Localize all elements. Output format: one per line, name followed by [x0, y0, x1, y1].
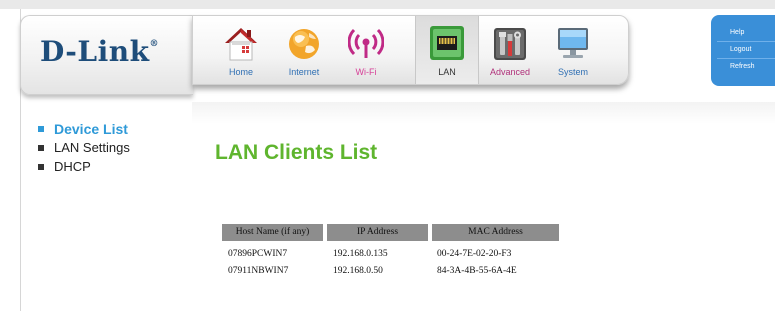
logo-text: D-Link: [40, 35, 150, 68]
bullet-icon: [38, 164, 44, 170]
nav-lan-label: LAN: [438, 67, 456, 77]
main-nav: Home Internet Wi-Fi LAN Advanced System: [192, 15, 629, 85]
nav-internet-label: Internet: [288, 67, 320, 77]
computer-icon: [558, 28, 588, 58]
table-header-hostname: Host Name (if any): [222, 224, 323, 241]
sidebar-item-label: LAN Settings: [54, 140, 130, 155]
tools-icon: [494, 28, 526, 60]
nav-internet[interactable]: Internet: [273, 16, 335, 84]
refresh-link[interactable]: Refresh: [730, 63, 755, 70]
table-cell-hostname: 07896PCWIN7: [228, 249, 288, 259]
sidebar-item-label: DHCP: [54, 159, 91, 174]
help-link[interactable]: Help: [730, 29, 744, 36]
nav-advanced-label: Advanced: [489, 67, 531, 77]
table-header-mac: MAC Address: [432, 224, 559, 241]
nav-advanced[interactable]: Advanced: [479, 16, 541, 84]
nav-wifi-label: Wi-Fi: [355, 67, 377, 77]
globe-icon: [289, 29, 319, 59]
dlink-logo[interactable]: D-Link®: [40, 35, 159, 68]
table-cell-mac: 84-3A-4B-55-6A-4E: [437, 266, 517, 276]
sidebar-item-label: Device List: [54, 121, 128, 137]
nav-wifi[interactable]: Wi-Fi: [335, 16, 397, 84]
table-cell-ip: 192.168.0.135: [333, 249, 388, 259]
nav-home[interactable]: Home: [210, 16, 272, 84]
nav-system-label: System: [557, 67, 588, 77]
nav-home-label: Home: [228, 67, 253, 77]
page-title: LAN Clients List: [215, 141, 378, 164]
quick-divider: [717, 58, 775, 59]
table-cell-mac: 00-24-7E-02-20-F3: [437, 249, 512, 259]
logout-link[interactable]: Logout: [730, 46, 751, 53]
nav-lan[interactable]: LAN: [415, 16, 479, 84]
content-panel: [192, 102, 775, 311]
quick-divider: [717, 41, 775, 42]
table-cell-hostname: 07911NBWIN7: [228, 266, 289, 276]
table-cell-ip: 192.168.0.50: [333, 266, 383, 276]
nav-system[interactable]: System: [542, 16, 604, 84]
bullet-icon: [38, 145, 44, 151]
top-strip: [0, 0, 775, 9]
trademark-mark: ®: [149, 39, 160, 49]
table-header-ip: IP Address: [327, 224, 428, 241]
bullet-icon: [38, 126, 44, 132]
wifi-icon: [348, 28, 384, 58]
quick-links-panel: Help Logout Refresh: [711, 15, 775, 86]
home-icon: [225, 28, 257, 61]
lan-icon: [430, 26, 464, 60]
